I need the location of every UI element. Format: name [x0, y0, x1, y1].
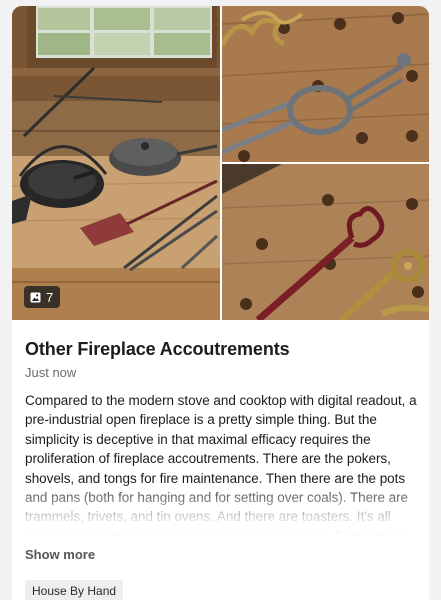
red-poker-photo [222, 164, 429, 320]
gallery-photo-main[interactable] [12, 6, 220, 320]
fireplace-tools-photo [12, 6, 220, 320]
photo-gallery[interactable]: 7 [12, 6, 429, 320]
post-card: 7 Other Fireplace Accoutrements Just now… [12, 6, 429, 600]
photo-count: 7 [46, 289, 54, 305]
gallery-photo-top-right[interactable] [222, 6, 429, 162]
tag-chip[interactable]: House By Hand [25, 580, 124, 600]
image-icon [30, 292, 41, 302]
post-title: Other Fireplace Accoutrements [25, 339, 290, 359]
photo-count-badge[interactable]: 7 [24, 286, 61, 308]
gallery-photo-bottom-right[interactable] [222, 164, 429, 320]
post-body: Other Fireplace Accoutrements Just now C… [25, 338, 418, 600]
post-timestamp: Just now [25, 365, 77, 380]
iron-hook-photo [222, 6, 429, 162]
description-fade [25, 481, 418, 537]
post-description-container: Compared to the modern stove and cooktop… [25, 391, 418, 537]
show-more-button[interactable]: Show more [25, 547, 95, 562]
